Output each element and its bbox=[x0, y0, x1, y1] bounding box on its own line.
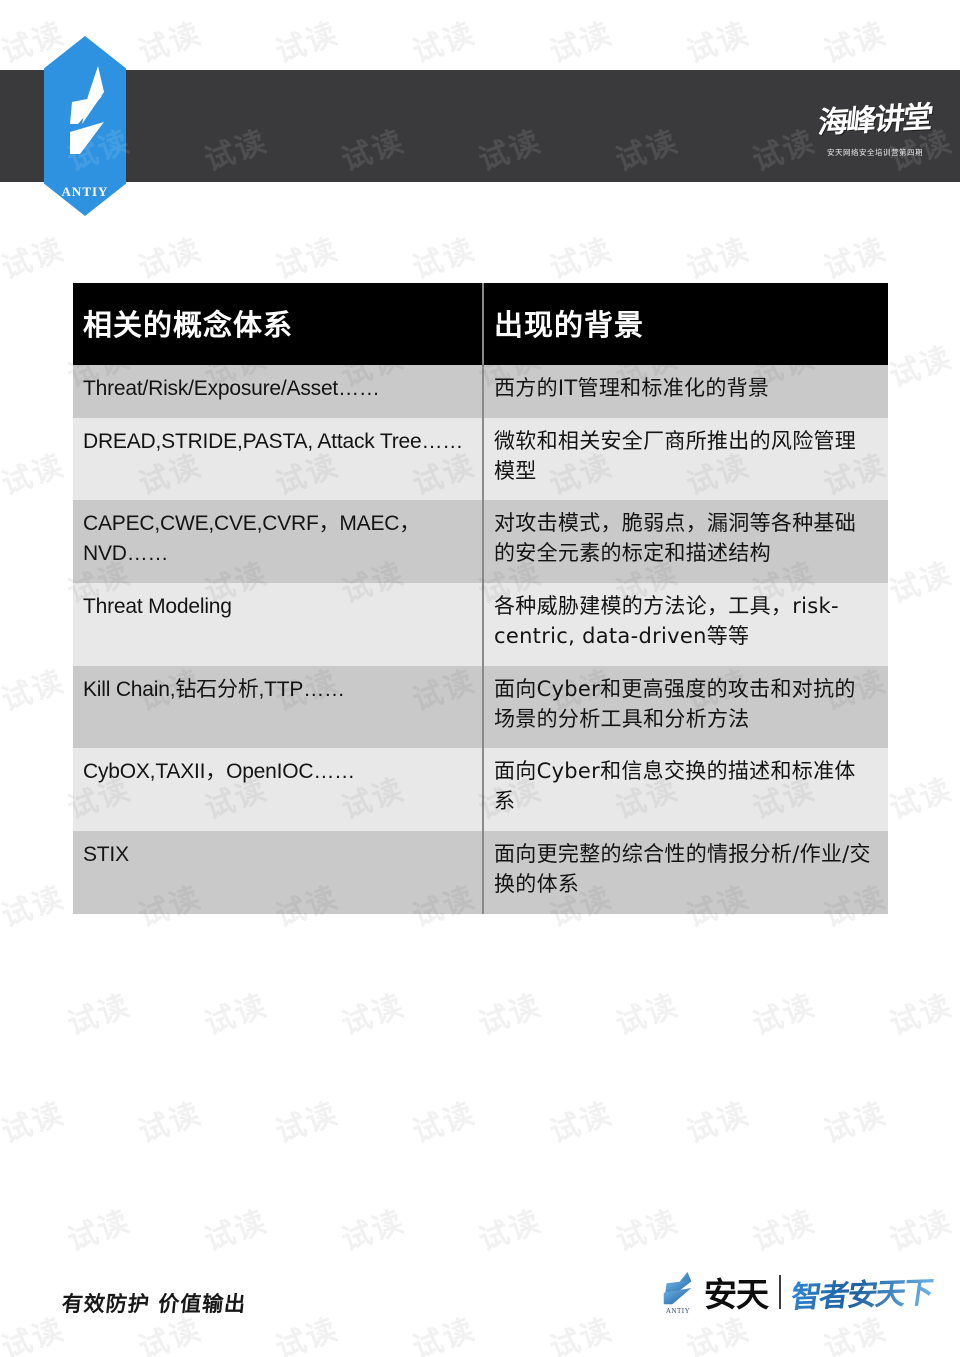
watermark-text: 试读 bbox=[545, 231, 618, 287]
watermark-text: 试读 bbox=[474, 987, 547, 1043]
table-row: CybOX,TAXII，OpenIOC…… 面向Cyber和信息交换的描述和标准… bbox=[73, 748, 888, 831]
watermark-text: 试读 bbox=[408, 1311, 481, 1357]
watermark-text: 试读 bbox=[956, 447, 960, 503]
column-header-concept: 相关的概念体系 bbox=[73, 283, 483, 365]
cell-background: 微软和相关安全厂商所推出的风险管理模型 bbox=[482, 417, 888, 501]
watermark-text: 试读 bbox=[885, 987, 958, 1043]
cell-concept: Kill Chain,钻石分析,TTP…… bbox=[73, 665, 483, 749]
watermark-text: 试读 bbox=[885, 555, 958, 611]
watermark-text: 试读 bbox=[408, 231, 481, 287]
table-row: CAPEC,CWE,CVE,CVRF，MAEC，NVD…… 对攻击模式，脆弱点，… bbox=[73, 500, 888, 584]
cell-background: 西方的IT管理和标准化的背景 bbox=[482, 365, 888, 418]
cell-background: 面向Cyber和更高强度的攻击和对抗的场景的分析工具和分析方法 bbox=[482, 665, 888, 749]
concept-system-table: 相关的概念体系 出现的背景 Threat/Risk/Exposure/Asset… bbox=[73, 283, 888, 914]
cell-background: 面向Cyber和信息交换的描述和标准体系 bbox=[482, 748, 888, 831]
watermark-text: 试读 bbox=[956, 231, 960, 287]
footer-brand-name: 安天 bbox=[704, 1275, 769, 1314]
watermark-text: 试读 bbox=[0, 879, 70, 935]
table-header-row: 相关的概念体系 出现的背景 bbox=[73, 283, 888, 365]
calligraphy-title: 海峰讲堂 bbox=[816, 99, 933, 141]
watermark-text: 试读 bbox=[200, 1203, 273, 1259]
antiy-logo-badge: ANTIY bbox=[44, 36, 126, 216]
table-row: DREAD,STRIDE,PASTA, Attack Tree…… 微软和相关安… bbox=[73, 417, 888, 501]
cell-background: 各种威胁建模的方法论，工具，risk-centric, data-driven等… bbox=[482, 583, 888, 666]
watermark-text: 试读 bbox=[956, 879, 960, 935]
table-row: Threat Modeling 各种威胁建模的方法论，工具，risk-centr… bbox=[73, 583, 888, 666]
cell-concept: Threat Modeling bbox=[73, 583, 483, 666]
watermark-text: 试读 bbox=[134, 231, 207, 287]
cell-background: 面向更完整的综合性的情报分析/作业/交换的体系 bbox=[482, 830, 888, 914]
watermark-text: 试读 bbox=[748, 1203, 821, 1259]
watermark-text: 试读 bbox=[611, 1203, 684, 1259]
watermark-text: 试读 bbox=[271, 231, 344, 287]
watermark-text: 试读 bbox=[545, 1311, 618, 1357]
watermark-text: 试读 bbox=[134, 1095, 207, 1151]
watermark-text: 试读 bbox=[337, 1203, 410, 1259]
watermark-text: 试读 bbox=[200, 987, 273, 1043]
watermark-text: 试读 bbox=[545, 1095, 618, 1151]
cell-concept: STIX bbox=[73, 830, 483, 914]
watermark-text: 试读 bbox=[63, 1203, 136, 1259]
watermark-text: 试读 bbox=[134, 15, 207, 71]
table-row: Kill Chain,钻石分析,TTP…… 面向Cyber和更高强度的攻击和对抗… bbox=[73, 665, 888, 749]
watermark-text: 试读 bbox=[63, 987, 136, 1043]
watermark-text: 试读 bbox=[885, 1203, 958, 1259]
table-row: Threat/Risk/Exposure/Asset…… 西方的IT管理和标准化… bbox=[73, 365, 888, 418]
column-header-background: 出现的背景 bbox=[482, 283, 888, 365]
table-row: STIX 面向更完整的综合性的情报分析/作业/交换的体系 bbox=[73, 830, 888, 914]
cell-concept: CAPEC,CWE,CVE,CVRF，MAEC，NVD…… bbox=[73, 500, 483, 584]
antiy-feather-icon: ANTIY bbox=[658, 1270, 698, 1315]
antiy-feather-icon bbox=[70, 66, 104, 154]
watermark-text: 试读 bbox=[0, 663, 70, 719]
antiy-wordmark: ANTIY bbox=[61, 184, 109, 199]
watermark-text: 试读 bbox=[819, 1095, 892, 1151]
watermark-text: 试读 bbox=[408, 1095, 481, 1151]
cell-concept: DREAD,STRIDE,PASTA, Attack Tree…… bbox=[73, 417, 483, 501]
watermark-text: 试读 bbox=[271, 1095, 344, 1151]
footer-slogan: 有效防护 价值输出 bbox=[60, 1291, 248, 1316]
watermark-text: 试读 bbox=[545, 15, 618, 71]
watermark-text: 试读 bbox=[0, 1311, 70, 1357]
cell-background: 对攻击模式，脆弱点，漏洞等各种基础的安全元素的标定和描述结构 bbox=[482, 500, 888, 584]
watermark-text: 试读 bbox=[956, 1311, 960, 1357]
watermark-text: 试读 bbox=[748, 987, 821, 1043]
watermark-text: 试读 bbox=[956, 1095, 960, 1151]
watermark-text: 试读 bbox=[885, 339, 958, 395]
cell-concept: CybOX,TAXII，OpenIOC…… bbox=[73, 748, 483, 831]
watermark-text: 试读 bbox=[956, 15, 960, 71]
watermark-text: 试读 bbox=[0, 447, 70, 503]
watermark-text: 试读 bbox=[337, 987, 410, 1043]
watermark-text: 试读 bbox=[956, 663, 960, 719]
footer-brand-lockup: ANTIY 安天 智者安天下 bbox=[658, 1268, 934, 1316]
footer-tagline: 智者安天下 bbox=[789, 1268, 936, 1317]
watermark-text: 试读 bbox=[885, 771, 958, 827]
watermark-text: 试读 bbox=[0, 231, 70, 287]
calligraphy-subtitle: 安天网络安全培训营第四期 bbox=[827, 147, 923, 157]
footer-divider bbox=[779, 1275, 781, 1309]
watermark-text: 试读 bbox=[819, 231, 892, 287]
watermark-text: 试读 bbox=[408, 15, 481, 71]
watermark-text: 试读 bbox=[611, 987, 684, 1043]
cell-concept: Threat/Risk/Exposure/Asset…… bbox=[73, 365, 483, 418]
watermark-text: 试读 bbox=[682, 231, 755, 287]
watermark-text: 试读 bbox=[271, 1311, 344, 1357]
calligraphy-seal: 海峰讲堂 安天网络安全培训营第四期 bbox=[812, 76, 938, 176]
watermark-text: 试读 bbox=[819, 15, 892, 71]
watermark-text: 试读 bbox=[271, 15, 344, 71]
watermark-text: 试读 bbox=[682, 15, 755, 71]
watermark-text: 试读 bbox=[682, 1095, 755, 1151]
watermark-text: 试读 bbox=[0, 1095, 70, 1151]
footer-logo-caption: ANTIY bbox=[665, 1307, 691, 1315]
watermark-text: 试读 bbox=[474, 1203, 547, 1259]
